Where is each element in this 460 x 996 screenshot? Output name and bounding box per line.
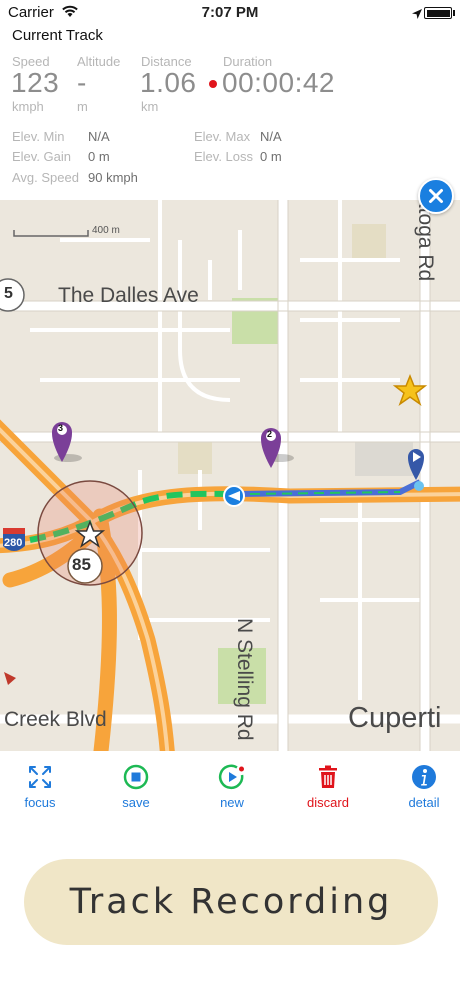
elev-loss-label: Elev. Loss [194, 149, 254, 164]
discard-button[interactable]: discard [288, 763, 368, 810]
route-5-label: 5 [4, 285, 13, 302]
duration-value: 00:00:42 [222, 67, 335, 98]
block-area [178, 440, 212, 474]
speed-value: 123 [11, 67, 60, 98]
track-map[interactable]: 400 m The Dalles Ave N Stelling Rd Creek… [0, 200, 460, 751]
block-area [352, 224, 386, 262]
avg-speed-label: Avg. Speed [12, 170, 79, 185]
save-label: save [122, 795, 150, 810]
route-85-label: 85 [72, 555, 91, 574]
elev-gain-label: Elev. Gain [12, 149, 72, 164]
track-recording-button[interactable]: Track Recording [24, 859, 438, 945]
route-280-label: 280 [4, 537, 23, 549]
save-button[interactable]: save [96, 763, 176, 810]
distance-value: 1.06 [140, 67, 197, 98]
focus-label: focus [24, 795, 56, 810]
discard-label: discard [307, 795, 349, 810]
scale-label: 400 m [92, 225, 120, 236]
location-arrow-icon [412, 6, 422, 24]
altitude-unit: m [77, 99, 88, 114]
new-track-icon [218, 764, 244, 790]
altitude-value: - [77, 67, 87, 98]
info-icon [412, 765, 436, 789]
elev-min-label: Elev. Min [12, 129, 65, 144]
new-button[interactable]: new [192, 763, 272, 810]
action-toolbar: focus save new discard detail [0, 751, 460, 821]
elev-max-label: Elev. Max [194, 129, 251, 144]
city-cupertino: Cuperti [348, 702, 442, 734]
street-n-stelling-rd: N Stelling Rd [233, 618, 256, 741]
recording-indicator [209, 80, 217, 88]
elev-loss-value: 0 m [260, 149, 282, 164]
pin-2-label: 2 [267, 429, 273, 439]
scale-bar [13, 230, 89, 237]
street-creek-blvd: Creek Blvd [4, 708, 107, 731]
status-bar: Carrier 7:07 PM [0, 0, 460, 26]
trash-icon [319, 765, 337, 788]
avg-speed-value: 90 kmph [88, 170, 138, 185]
elev-max-value: N/A [260, 129, 282, 144]
save-icon [123, 764, 149, 790]
map-canvas [0, 200, 460, 751]
pin-3-label: 3 [58, 423, 64, 433]
elev-gain-value: 0 m [88, 149, 110, 164]
distance-unit: km [141, 99, 159, 114]
detail-button[interactable]: detail [384, 763, 460, 810]
detail-label: detail [408, 795, 440, 810]
shield-band [3, 528, 25, 534]
elev-min-value: N/A [88, 129, 110, 144]
close-icon [429, 189, 443, 203]
close-map-button[interactable] [418, 178, 454, 214]
clock-time: 7:07 PM [201, 4, 259, 21]
focus-icon [29, 766, 51, 788]
new-label: new [220, 795, 244, 810]
track-title: Current Track [12, 27, 103, 44]
battery-icon [424, 7, 452, 19]
compass-arrow-icon [4, 672, 16, 685]
speed-unit: kmph [12, 99, 44, 114]
battery-tip [453, 10, 455, 16]
street-the-dalles-ave: The Dalles Ave [58, 284, 199, 307]
focus-button[interactable]: focus [0, 763, 80, 810]
